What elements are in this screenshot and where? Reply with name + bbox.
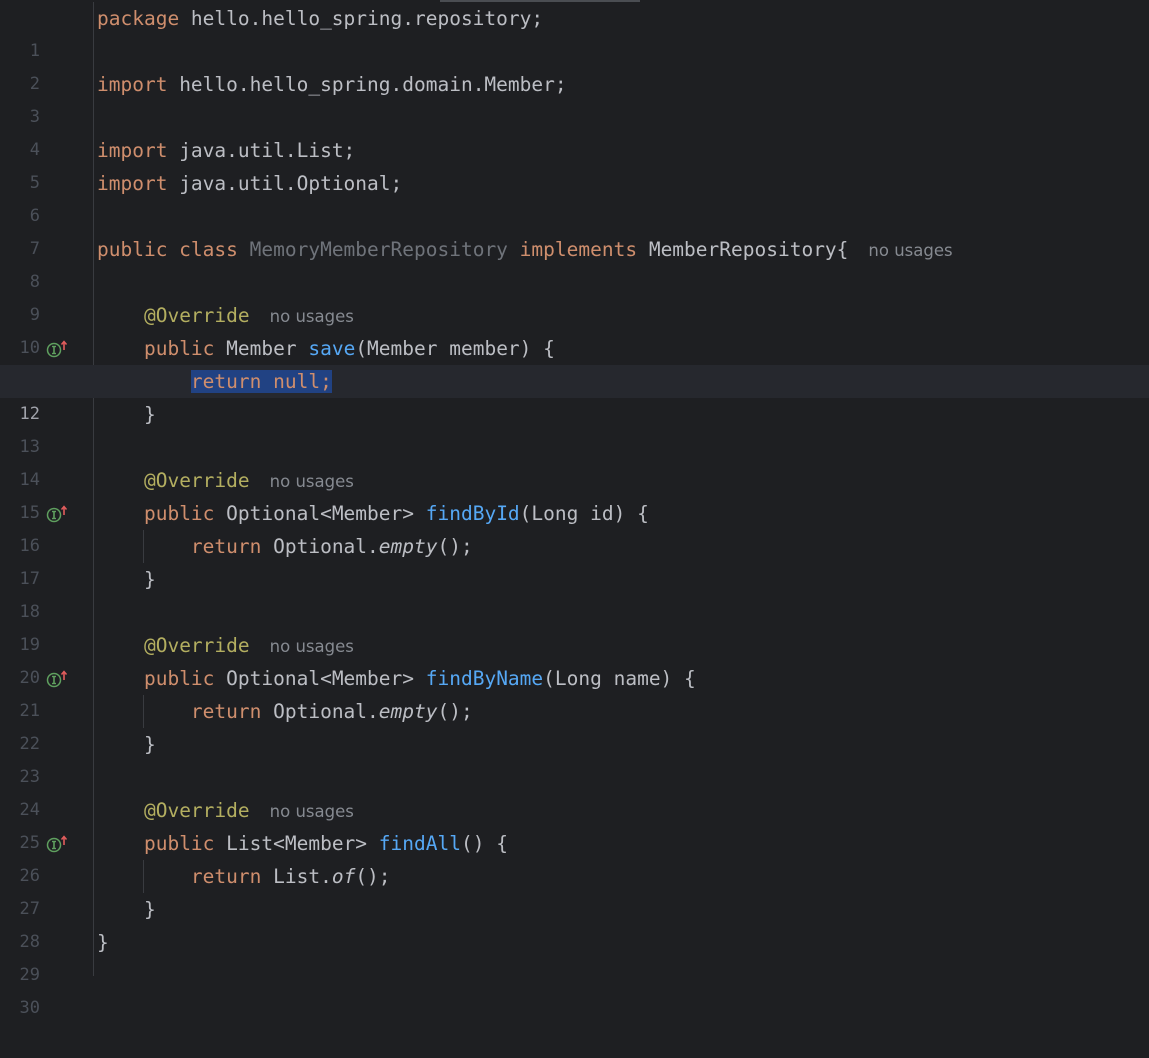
code-text: hello.hello_spring.domain.Member; bbox=[167, 73, 567, 96]
static-call: empty bbox=[378, 535, 438, 558]
code-text: (); bbox=[355, 865, 391, 888]
code-text: (); bbox=[437, 535, 473, 558]
code-text: List. bbox=[261, 865, 332, 888]
code-line[interactable]: 19 bbox=[0, 596, 1149, 655]
usages-hint[interactable]: no usages bbox=[270, 472, 354, 491]
code-line[interactable]: 8 public class MemoryMemberRepository im… bbox=[0, 233, 1149, 292]
interface-name: MemberRepository{ bbox=[648, 238, 849, 261]
keyword: package bbox=[97, 7, 180, 30]
code-text: hello.hello_spring.repository; bbox=[179, 7, 544, 30]
keyword: import bbox=[97, 73, 168, 96]
usages-hint[interactable]: no usages bbox=[868, 241, 952, 260]
implements-method-icon[interactable] bbox=[46, 505, 70, 523]
code-line[interactable]: 17 return Optional.empty(); bbox=[0, 530, 1149, 589]
code-line[interactable]: 21 public Optional<Member> findByName(Lo… bbox=[0, 662, 1149, 721]
code-editor[interactable]: 1 package hello.hello_spring.repository;… bbox=[0, 2, 1149, 1018]
keyword: return bbox=[190, 865, 262, 888]
code-line[interactable]: 2 bbox=[0, 35, 1149, 94]
code-text: Optional. bbox=[261, 700, 379, 723]
method-name: findAll bbox=[378, 832, 461, 855]
code-line[interactable]: 23 } bbox=[0, 728, 1149, 787]
return-type: Member bbox=[214, 337, 309, 360]
code-line[interactable]: 9 bbox=[0, 266, 1149, 325]
method-params: (Long name) { bbox=[543, 667, 696, 690]
static-call: empty bbox=[378, 700, 438, 723]
implements-method-icon[interactable] bbox=[46, 835, 70, 853]
code-text: Optional. bbox=[261, 535, 379, 558]
method-params: (Long id) { bbox=[519, 502, 649, 525]
code-line[interactable]: 3 import hello.hello_spring.domain.Membe… bbox=[0, 68, 1149, 127]
usages-hint[interactable]: no usages bbox=[270, 637, 354, 656]
usages-hint[interactable]: no usages bbox=[270, 307, 354, 326]
closing-brace: } bbox=[143, 733, 156, 756]
literal: null; bbox=[261, 370, 332, 393]
static-call: of bbox=[331, 865, 356, 888]
annotation: @Override bbox=[143, 799, 250, 822]
implements-method-icon[interactable] bbox=[46, 340, 70, 358]
code-line[interactable]: 22 return Optional.empty(); bbox=[0, 695, 1149, 754]
code-line[interactable]: 27 return List.of(); bbox=[0, 860, 1149, 919]
usages-hint[interactable]: no usages bbox=[270, 802, 354, 821]
class-name: MemoryMemberRepository bbox=[249, 238, 508, 261]
code-line[interactable]: 5 import java.util.List; bbox=[0, 134, 1149, 193]
code-line[interactable]: 24 bbox=[0, 761, 1149, 820]
method-params: () { bbox=[460, 832, 508, 855]
code-line[interactable]: 11 public Member save(Member member) { bbox=[0, 332, 1149, 391]
line-number: 30 bbox=[19, 998, 40, 1018]
method-params: (Member member) { bbox=[355, 337, 555, 360]
code-line[interactable]: 1 package hello.hello_spring.repository; bbox=[0, 2, 1149, 61]
code-line[interactable]: 10 @Override no usages bbox=[0, 299, 1149, 358]
annotation: @Override bbox=[143, 469, 250, 492]
code-line[interactable]: 20 @Override no usages bbox=[0, 629, 1149, 688]
code-line[interactable]: 15 @Override no usages bbox=[0, 464, 1149, 523]
code-line[interactable]: 18 } bbox=[0, 563, 1149, 622]
code-line[interactable]: 14 bbox=[0, 431, 1149, 490]
keyword: return bbox=[190, 700, 262, 723]
method-name: findById bbox=[425, 502, 520, 525]
code-line[interactable]: 25 @Override no usages bbox=[0, 794, 1149, 853]
keyword: return bbox=[190, 370, 262, 393]
keyword: return bbox=[190, 535, 262, 558]
annotation: @Override bbox=[143, 634, 250, 657]
implements-method-icon[interactable] bbox=[46, 670, 70, 688]
code-line[interactable]: 7 bbox=[0, 200, 1149, 259]
keyword: public bbox=[143, 337, 215, 360]
keyword: import bbox=[97, 139, 168, 162]
code-line[interactable]: 28 } bbox=[0, 893, 1149, 952]
keyword: public bbox=[143, 832, 215, 855]
code-line[interactable]: 16 public Optional<Member> findById(Long… bbox=[0, 497, 1149, 556]
code-line[interactable]: 4 bbox=[0, 101, 1149, 160]
code-line[interactable]: 29 } bbox=[0, 926, 1149, 985]
code-text: (); bbox=[437, 700, 473, 723]
code-text: java.util.Optional; bbox=[167, 172, 403, 195]
closing-brace: } bbox=[143, 568, 156, 591]
closing-brace: } bbox=[143, 403, 156, 426]
code-line[interactable]: 26 public List<Member> findAll() { bbox=[0, 827, 1149, 886]
code-line-current[interactable]: 12 return null; bbox=[0, 365, 1149, 424]
code-line[interactable]: 6 import java.util.Optional; bbox=[0, 167, 1149, 226]
return-type: Optional<Member> bbox=[214, 502, 426, 525]
keyword: implements bbox=[519, 238, 638, 261]
code-line[interactable]: 13 } bbox=[0, 398, 1149, 457]
code-text: java.util.List; bbox=[167, 139, 356, 162]
method-name: findByName bbox=[425, 667, 544, 690]
method-name: save bbox=[308, 337, 356, 360]
return-type: List<Member> bbox=[214, 832, 379, 855]
keyword: import bbox=[97, 172, 168, 195]
annotation: @Override bbox=[143, 304, 250, 327]
text-selection[interactable]: return null; bbox=[190, 370, 332, 393]
closing-brace: } bbox=[97, 931, 109, 954]
closing-brace: } bbox=[143, 898, 156, 921]
keyword: public class bbox=[97, 238, 238, 261]
return-type: Optional<Member> bbox=[214, 667, 426, 690]
keyword: public bbox=[143, 502, 215, 525]
keyword: public bbox=[143, 667, 215, 690]
